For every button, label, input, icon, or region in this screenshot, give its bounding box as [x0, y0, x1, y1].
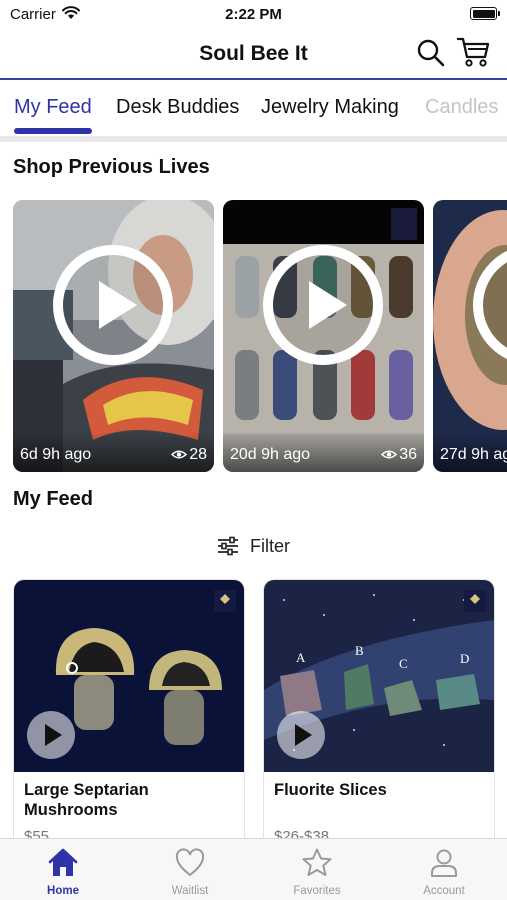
shop-logo-icon	[214, 590, 236, 612]
play-icon[interactable]	[51, 243, 175, 367]
battery-icon	[470, 7, 500, 20]
search-icon[interactable]	[416, 38, 446, 68]
image-label: D	[460, 651, 470, 666]
image-label: C	[399, 656, 408, 671]
tab-account-label: Account	[423, 885, 465, 897]
tab-favorites[interactable]: Favorites	[254, 839, 380, 900]
filter-button[interactable]: Filter	[212, 532, 302, 560]
tab-my-feed[interactable]: My Feed	[14, 96, 92, 119]
tab-candles[interactable]: Candles	[425, 96, 498, 119]
eye-icon	[381, 450, 398, 459]
feed-title: My Feed	[13, 488, 94, 510]
image-label: B	[355, 643, 364, 658]
product-name: Large Septarian Mushrooms	[24, 781, 149, 819]
video-view-count: 28	[189, 446, 207, 463]
bottom-tab-bar: Home Waitlist Favorites Account	[0, 838, 507, 900]
video-views: 28	[171, 446, 207, 464]
tab-favorites-label: Favorites	[293, 885, 341, 897]
tab-home[interactable]: Home	[0, 839, 126, 900]
status-time: 2:22 PM	[225, 6, 282, 23]
tabs-divider	[0, 136, 507, 142]
video-age: 20d 9h ago	[230, 446, 311, 463]
play-icon[interactable]	[26, 710, 76, 760]
product-name: Fluorite Slices	[274, 781, 387, 799]
video-age: 6d 9h ago	[20, 446, 92, 463]
filter-label: Filter	[250, 536, 290, 556]
tab-jewelry-making[interactable]: Jewelry Making	[261, 96, 399, 119]
video-views: 36	[381, 446, 417, 464]
play-icon[interactable]	[276, 710, 326, 760]
star-icon	[302, 848, 332, 876]
image-label: A	[296, 650, 306, 665]
shop-logo-icon	[464, 590, 486, 612]
product-card[interactable]: Large Septarian Mushrooms $55	[14, 580, 244, 850]
tab-account[interactable]: Account	[381, 839, 507, 900]
cart-icon[interactable]	[456, 36, 490, 68]
filter-icon	[218, 536, 238, 556]
play-icon[interactable]	[261, 243, 385, 367]
previous-live-video[interactable]: 27d 9h ago	[433, 200, 507, 472]
tab-home-label: Home	[47, 885, 79, 897]
previous-lives-title: Shop Previous Lives	[13, 156, 210, 178]
nav-bar: Soul Bee It	[0, 28, 507, 80]
tab-waitlist[interactable]: Waitlist	[127, 839, 253, 900]
previous-live-video[interactable]: 6d 9h ago 28	[13, 200, 214, 472]
tab-desk-buddies[interactable]: Desk Buddies	[116, 96, 239, 119]
video-age: 27d 9h ago	[440, 446, 507, 463]
eye-icon	[171, 450, 188, 459]
play-icon[interactable]	[471, 243, 507, 367]
product-card[interactable]: A B C D Fluorite Slices $26-$38	[264, 580, 494, 850]
category-tabs: My Feed Desk Buddies Jewelry Making Cand…	[0, 82, 507, 136]
status-bar: Carrier 2:22 PM	[0, 0, 507, 28]
previous-live-video[interactable]: 20d 9h ago 36	[223, 200, 424, 472]
video-view-count: 36	[399, 446, 417, 463]
tab-waitlist-label: Waitlist	[171, 885, 209, 897]
home-icon	[48, 848, 78, 876]
heart-icon	[175, 848, 205, 877]
person-icon	[431, 849, 457, 877]
active-tab-indicator	[14, 128, 92, 134]
